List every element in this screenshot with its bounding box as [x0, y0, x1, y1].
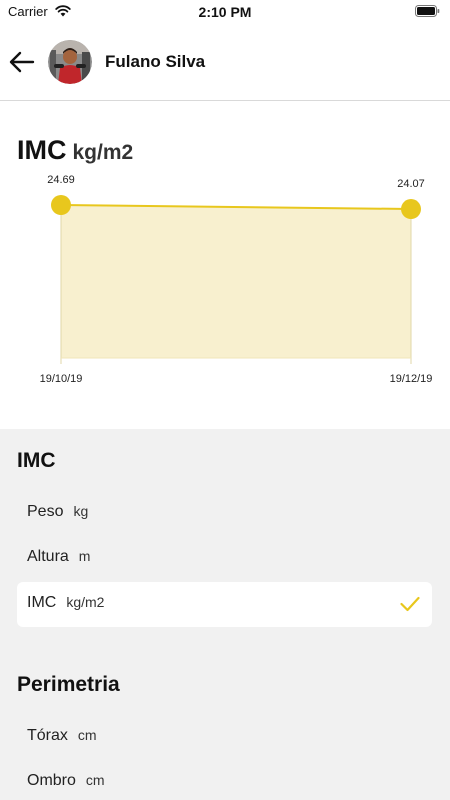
option-unit: cm — [85, 772, 105, 788]
chart-x-tick-label: 19/10/19 — [40, 373, 83, 385]
option-unit: cm — [77, 727, 97, 743]
user-name: Fulano Silva — [105, 52, 206, 71]
option-ombro[interactable]: Ombro cm — [17, 760, 432, 800]
back-arrow-icon[interactable] — [8, 48, 38, 76]
option-imc[interactable]: IMC kg/m2 — [17, 582, 432, 627]
option-name: Tórax — [27, 727, 68, 744]
option-name: Altura — [27, 548, 69, 565]
chart-data-label: 24.69 — [47, 174, 75, 186]
avatar[interactable] — [48, 40, 92, 84]
option-unit: kg — [73, 503, 89, 519]
section-title-imc: IMC — [17, 449, 56, 472]
imc-line-chart: 24.69 19/10/19 24.07 19/12/19 — [40, 174, 433, 385]
chart-area-fill — [61, 205, 411, 358]
chart-point — [51, 195, 71, 215]
option-label: Peso kg — [27, 503, 88, 521]
section-title-perimetria: Perimetria — [17, 673, 120, 696]
status-time: 2:10 PM — [198, 4, 252, 20]
measurement-options-panel: IMC Peso kg Altura m IMC kg/m2 Perimetria T… — [0, 429, 450, 800]
chart-point — [401, 199, 421, 220]
option-name: IMC — [27, 594, 57, 611]
option-torax[interactable]: Tórax cm — [17, 715, 432, 760]
option-label: Ombro cm — [27, 772, 105, 790]
profile-header: Fulano Silva — [0, 24, 450, 101]
option-peso[interactable]: Peso kg — [17, 491, 432, 536]
battery-icon — [415, 5, 440, 17]
status-bar: Carrier 2:10 PM — [0, 0, 450, 24]
imc-chart-section: IMC kg/m2 24.69 19/10/19 24.07 19/12/19 — [0, 101, 450, 429]
option-label: Altura m — [27, 548, 90, 566]
option-unit: kg/m2 — [66, 594, 105, 610]
check-icon — [400, 596, 420, 612]
option-unit: m — [78, 548, 91, 564]
chart-data-label: 24.07 — [397, 178, 425, 190]
option-label: IMC kg/m2 — [27, 594, 104, 612]
option-name: Peso — [27, 503, 64, 520]
option-altura[interactable]: Altura m — [17, 536, 432, 581]
option-name: Ombro — [27, 772, 76, 789]
option-label: Tórax cm — [27, 727, 97, 745]
chart-x-tick-label: 19/12/19 — [390, 373, 433, 385]
